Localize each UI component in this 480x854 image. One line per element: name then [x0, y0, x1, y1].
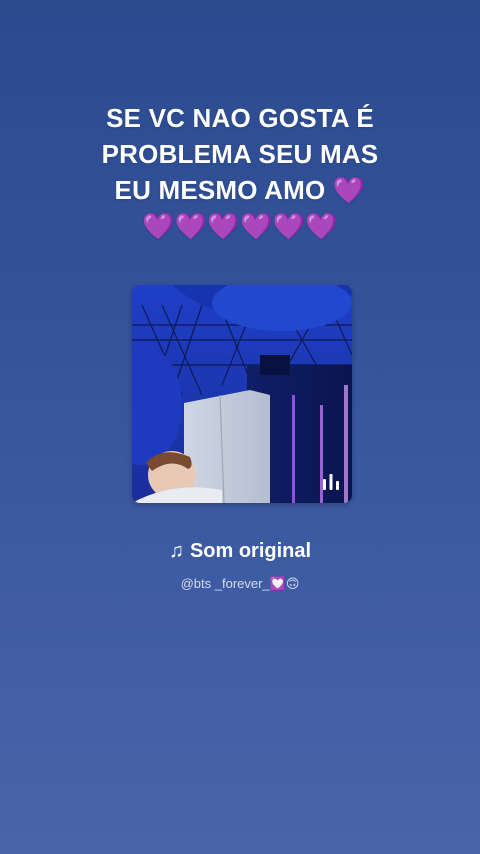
- caption-line-1: SE VC NAO GOSTA É: [106, 103, 374, 133]
- sound-title-text: Som original: [189, 540, 312, 562]
- sound-title[interactable]: ♫ Som original: [0, 537, 480, 565]
- sound-author-handle[interactable]: @bts _forever_💟🙃: [0, 574, 480, 594]
- audio-bars-icon: [323, 474, 339, 490]
- cover-photo: [132, 285, 352, 503]
- caption-hearts-row: 💜💜💜💜💜💜: [142, 211, 338, 241]
- caption-line-3: EU MESMO AMO 💜: [40, 172, 440, 208]
- video-caption: SE VC NAO GOSTA É PROBLEMA SEU MAS EU ME…: [40, 100, 440, 244]
- music-note-icon: ♫: [168, 540, 184, 562]
- caption-line-2: PROBLEMA SEU MAS: [101, 139, 379, 169]
- caption-line-3-text: EU MESMO AMO: [114, 175, 333, 205]
- purple-heart-emoji: 💜: [332, 175, 366, 205]
- sound-cover-image[interactable]: [132, 285, 352, 503]
